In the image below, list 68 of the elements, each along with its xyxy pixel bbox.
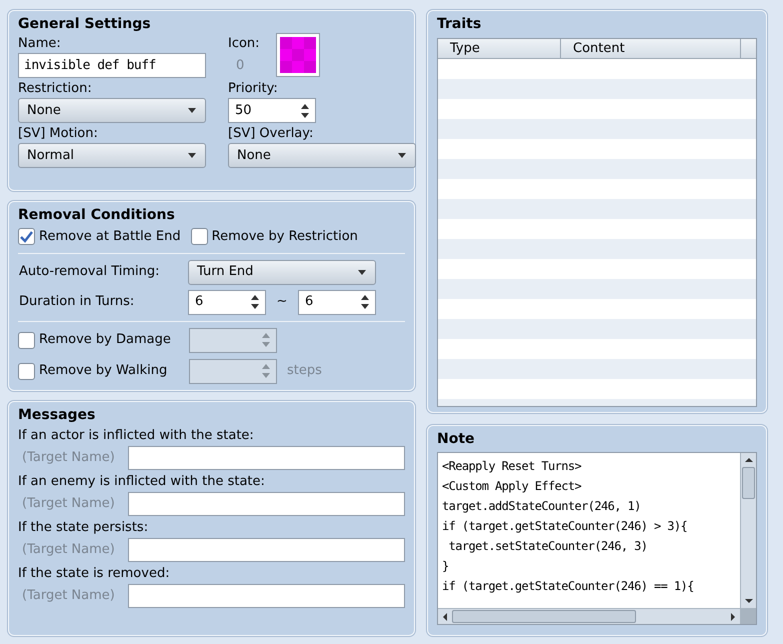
check-icon xyxy=(20,230,33,243)
icon-index: 0 xyxy=(235,57,246,75)
panel-title: Traits xyxy=(437,15,482,34)
target-name-prefix: (Target Name) xyxy=(21,495,116,514)
message-field[interactable] xyxy=(128,538,405,562)
vertical-scrollbar[interactable] xyxy=(740,453,756,608)
message-label: If an actor is inflicted with the state: xyxy=(18,427,255,445)
pixel-icon xyxy=(280,37,316,73)
target-name-prefix: (Target Name) xyxy=(21,541,116,560)
field-label: Restriction: xyxy=(18,80,93,98)
checkbox-label[interactable]: Remove at Battle End xyxy=(39,227,181,246)
note-line: if (target.getStateCounter(246) > 3){ xyxy=(442,518,688,535)
message-label: If the state is removed: xyxy=(18,565,171,583)
note-line: target.addStateCounter(246, 1) xyxy=(442,498,642,515)
dropdown[interactable]: None xyxy=(18,98,206,123)
panel-title: Messages xyxy=(18,406,96,425)
spin-field[interactable]: 6 xyxy=(188,290,266,314)
checkbox[interactable] xyxy=(18,228,35,246)
field-label: [SV] Motion: xyxy=(18,125,99,143)
caret-icon xyxy=(188,153,196,158)
column-header[interactable]: Content xyxy=(561,39,741,58)
note-line: target.setStateCounter(246, 3) xyxy=(448,538,648,555)
field-label: Auto-removal Timing: xyxy=(18,263,160,282)
unit-label: steps xyxy=(287,362,322,380)
column-header[interactable]: Type xyxy=(438,39,561,58)
panel-title: Note xyxy=(437,430,476,449)
scroll-thumb[interactable] xyxy=(452,610,636,623)
message-label: If an enemy is inflicted with the state: xyxy=(18,473,266,491)
checkbox-label[interactable]: Remove by Restriction xyxy=(212,227,358,246)
dropdown[interactable]: None xyxy=(228,143,416,168)
message-label: If the state persists: xyxy=(18,519,150,537)
note-line: } xyxy=(442,558,450,575)
caret-icon xyxy=(358,270,366,274)
note-line: <Custom Apply Effect> xyxy=(442,478,582,495)
field-label: Icon: xyxy=(228,35,261,53)
field-label: Priority: xyxy=(228,80,279,98)
target-name-prefix: (Target Name) xyxy=(21,587,116,606)
spin-arrows-icon xyxy=(262,363,270,379)
range-tilde: ~ xyxy=(276,293,288,312)
scrollbar-corner xyxy=(740,608,756,624)
spin-field[interactable]: 50 xyxy=(228,98,316,123)
scroll-thumb[interactable] xyxy=(742,467,755,499)
target-name-prefix: (Target Name) xyxy=(21,449,116,468)
panel-title: Removal Conditions xyxy=(18,206,176,225)
spin-field[interactable]: 6 xyxy=(298,290,376,314)
icon-preview[interactable] xyxy=(276,33,320,77)
note-line: if (target.getStateCounter(246) == 1){ xyxy=(442,578,695,595)
spin-arrows-icon xyxy=(251,294,259,310)
message-field[interactable] xyxy=(128,492,405,516)
panel-title: General Settings xyxy=(18,15,152,34)
field-label: Duration in Turns: xyxy=(18,293,136,312)
note-textarea[interactable]: <Reapply Reset Turns> <Custom Apply Effect> target.addStateCounter(246, 1) if (target.getStateCounter(246) > 3){ target.setStateCounter(246, 3) } if (target.getStateCounter(246) == 1){ xyxy=(437,452,757,625)
field-label: [SV] Overlay: xyxy=(228,125,314,143)
spin-arrows-icon xyxy=(262,332,270,348)
name-field[interactable]: invisible def buff xyxy=(18,53,206,78)
field-label: Name: xyxy=(18,35,62,53)
checkbox[interactable] xyxy=(190,228,208,246)
horizontal-scrollbar[interactable] xyxy=(438,608,740,624)
spin-arrows-icon xyxy=(301,102,309,118)
message-field[interactable] xyxy=(128,446,405,470)
spin-arrows-icon xyxy=(361,294,369,310)
dropdown[interactable]: Turn End xyxy=(188,260,376,284)
note-line: <Reapply Reset Turns> xyxy=(442,458,582,475)
traits-table[interactable]: Type Content xyxy=(437,38,757,407)
caret-icon xyxy=(188,108,196,113)
message-field[interactable] xyxy=(128,584,405,608)
dropdown[interactable]: Normal xyxy=(18,143,206,168)
caret-icon xyxy=(398,153,406,158)
